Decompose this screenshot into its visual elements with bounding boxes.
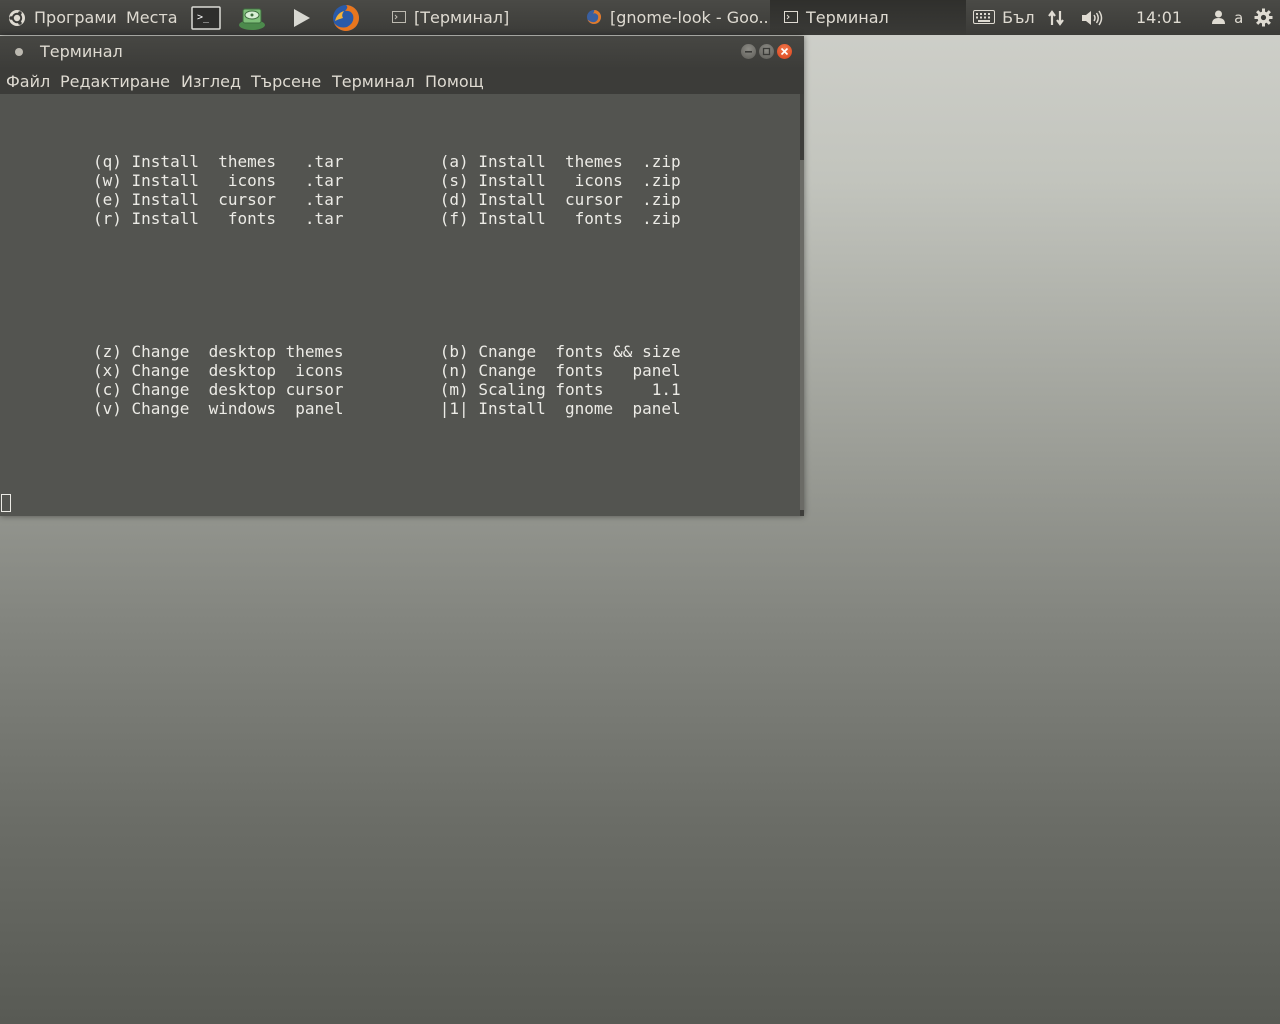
task-terminal-active[interactable]: Терминал xyxy=(770,0,966,35)
user-name: a xyxy=(1234,9,1244,27)
svg-text:>_: >_ xyxy=(197,12,210,23)
top-panel: Програми Места >_ [Терминал] [gnome-look… xyxy=(0,0,1280,35)
task-label: [gnome-look - Goo... xyxy=(610,8,770,27)
terminal-line: (v) Change windows panel |1| Install gno… xyxy=(93,399,681,418)
menu-edit[interactable]: Редактиране xyxy=(60,69,170,94)
window-menubar: Файл Редактиране Изглед Търсене Терминал… xyxy=(0,69,804,94)
disk-utility-launcher-icon[interactable] xyxy=(237,3,267,33)
scrollbar[interactable] xyxy=(800,94,804,516)
task-firefox[interactable]: [gnome-look - Goo... xyxy=(574,0,770,35)
maximize-button[interactable] xyxy=(759,44,774,59)
terminal-line: (r) Install fonts .tar (f) Install fonts… xyxy=(93,209,681,228)
keyboard-indicator[interactable]: Бъл xyxy=(973,0,1035,35)
gear-icon[interactable] xyxy=(1254,8,1273,27)
close-button[interactable] xyxy=(777,44,792,59)
clock[interactable]: 14:01 xyxy=(1136,0,1182,35)
media-player-launcher-icon[interactable] xyxy=(286,3,316,33)
window-titlebar[interactable]: Терминал xyxy=(0,36,804,69)
user-icon xyxy=(1212,10,1225,24)
minimize-button[interactable] xyxy=(741,44,756,59)
ubuntu-logo-icon[interactable] xyxy=(8,9,26,27)
menu-view[interactable]: Изглед xyxy=(181,69,241,94)
menu-terminal[interactable]: Терминал xyxy=(332,69,415,94)
terminal-line: (e) Install cursor .tar (d) Install curs… xyxy=(93,190,681,209)
terminal-icon xyxy=(784,10,798,23)
terminal-icon xyxy=(392,10,406,23)
network-icon[interactable] xyxy=(1047,9,1065,27)
terminal-output[interactable]: (q) Install themes .tar (a) Install them… xyxy=(0,94,800,516)
terminal-line: (q) Install themes .tar (a) Install them… xyxy=(93,152,681,171)
terminal-window: Терминал Файл Редактиране Изглед Търсене… xyxy=(0,36,804,516)
keyboard-layout-label: Бъл xyxy=(1002,8,1035,27)
close-icon xyxy=(780,47,789,56)
places-menu[interactable]: Места xyxy=(126,0,178,35)
applications-menu[interactable]: Програми xyxy=(34,0,117,35)
terminal-line: (c) Change desktop cursor (m) Scaling fo… xyxy=(93,380,681,399)
menu-help[interactable]: Помощ xyxy=(425,69,484,94)
terminal-line: (x) Change desktop icons (n) Cnange font… xyxy=(93,361,681,380)
terminal-line: (w) Install icons .tar (s) Install icons… xyxy=(93,171,681,190)
task-label: [Терминал] xyxy=(414,8,510,27)
scrollbar-thumb[interactable] xyxy=(800,160,804,510)
window-title: Терминал xyxy=(40,42,123,61)
menu-file[interactable]: Файл xyxy=(6,69,50,94)
maximize-icon xyxy=(762,47,771,56)
terminal-line: (z) Change desktop themes (b) Cnange fon… xyxy=(93,342,681,361)
firefox-icon xyxy=(587,9,602,24)
task-label: Терминал xyxy=(806,8,889,27)
minimize-icon xyxy=(745,51,752,53)
menu-search[interactable]: Търсене xyxy=(251,69,321,94)
firefox-launcher-icon[interactable] xyxy=(331,3,361,33)
window-menu-icon[interactable] xyxy=(15,48,23,56)
task-terminal-minimized[interactable]: [Терминал] xyxy=(378,0,574,35)
terminal-launcher-icon[interactable]: >_ xyxy=(191,3,221,33)
keyboard-icon xyxy=(973,9,995,24)
text-cursor xyxy=(1,494,11,512)
user-menu[interactable]: a xyxy=(1212,0,1243,35)
volume-icon[interactable] xyxy=(1081,9,1103,27)
